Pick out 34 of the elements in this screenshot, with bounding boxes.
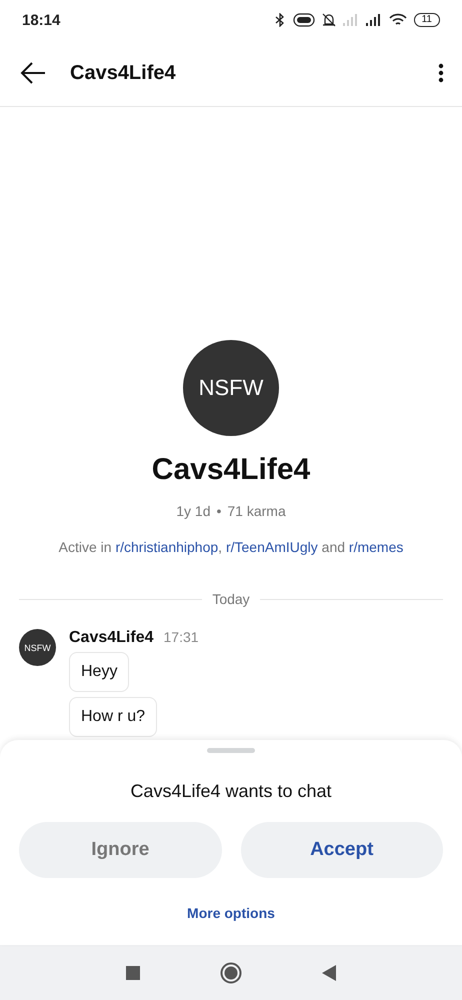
recents-icon[interactable] — [126, 966, 140, 980]
signal-icon — [366, 14, 382, 26]
community-link[interactable]: r/TeenAmIUgly — [226, 539, 318, 555]
active-in-text: Active in r/christianhiphop, r/TeenAmIUgly and r/memes — [58, 539, 404, 555]
date-divider: Today — [212, 591, 250, 607]
more-options-link[interactable]: More options — [187, 905, 275, 921]
home-icon[interactable] — [220, 962, 242, 984]
community-link[interactable]: r/christianhiphop — [115, 539, 218, 555]
profile-name: Cavs4Life4 — [152, 453, 310, 487]
user-avatar: NSFW — [183, 340, 279, 436]
sender-avatar: NSFW — [19, 629, 56, 666]
community-link[interactable]: r/memes — [348, 539, 404, 555]
bluetooth-icon — [274, 13, 286, 27]
status-time: 18:14 — [22, 12, 60, 28]
message-time: 17:31 — [164, 629, 199, 645]
separator-dot: • — [216, 503, 222, 519]
accept-button[interactable]: Accept — [240, 822, 443, 878]
message-author: Cavs4Life4 — [69, 629, 154, 647]
chat-request-text: Cavs4Life4 wants to chat — [130, 781, 332, 802]
more-options-icon[interactable] — [438, 63, 444, 83]
karma-count: 71 karma — [227, 503, 286, 519]
chat-title: Cavs4Life4 — [70, 62, 177, 84]
signal-icon — [342, 14, 359, 26]
back-icon[interactable] — [322, 964, 336, 980]
account-age: 1y 1d — [176, 503, 210, 519]
battery-indicator: 11 — [414, 13, 440, 27]
message-bubble: How r u? — [69, 697, 158, 737]
ignore-button[interactable]: Ignore — [19, 822, 222, 878]
drag-handle[interactable] — [207, 748, 255, 753]
back-arrow-icon[interactable] — [20, 62, 46, 84]
wifi-icon — [388, 13, 407, 27]
vibrate-icon — [292, 13, 315, 27]
message-bubble: Heyy — [69, 652, 130, 692]
muted-bell-icon — [322, 13, 336, 27]
